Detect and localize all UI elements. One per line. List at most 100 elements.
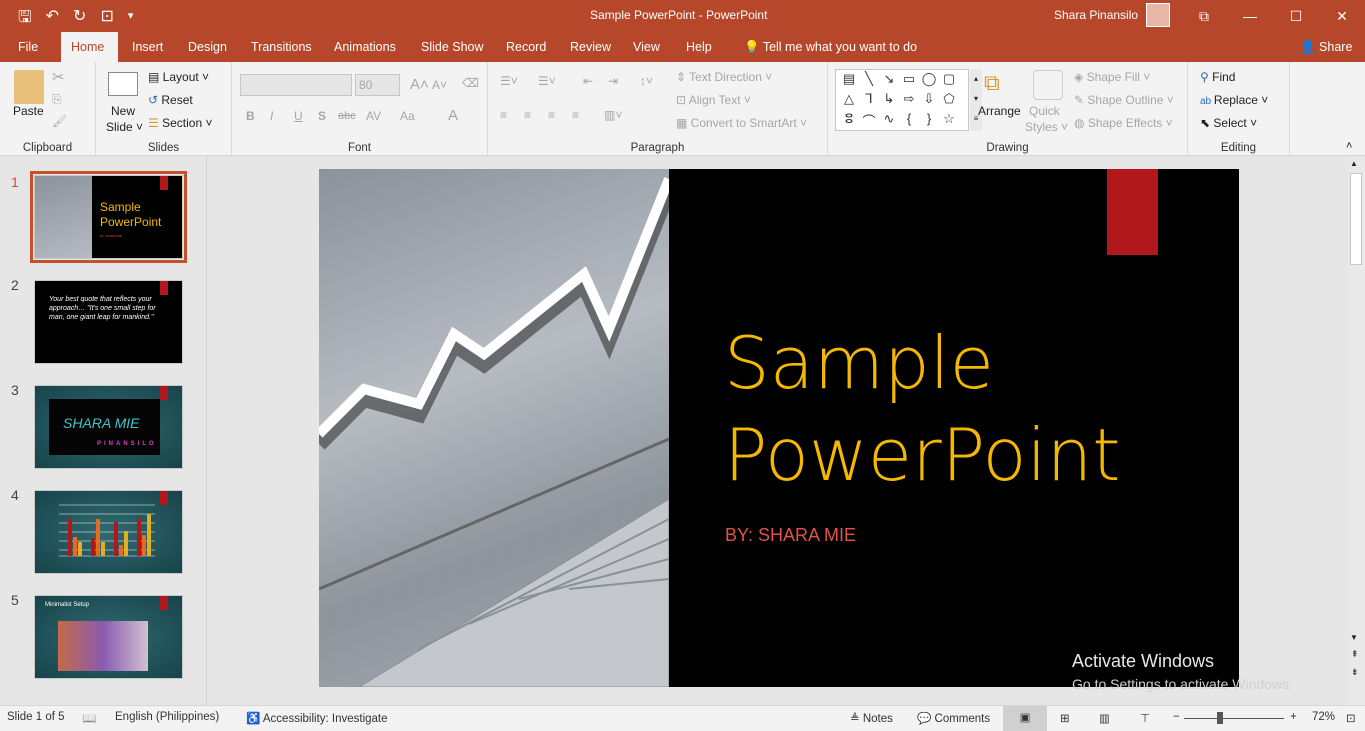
select-button[interactable]: ⬉ Select ˅: [1200, 116, 1257, 130]
tab-animations[interactable]: Animations: [324, 32, 406, 62]
collapse-ribbon-icon[interactable]: ˄: [1346, 140, 1352, 152]
line-spacing-icon[interactable]: ↕˅: [640, 74, 653, 88]
copy-icon[interactable]: ⎘: [52, 92, 62, 107]
shape-option[interactable]: ▭: [899, 71, 919, 91]
accessibility-status[interactable]: ♿ Accessibility: Investigate: [246, 711, 388, 725]
tab-file[interactable]: File: [8, 32, 48, 62]
paste-button[interactable]: Paste: [13, 104, 44, 118]
slide-title[interactable]: Sample PowerPoint: [724, 317, 1120, 501]
slide-thumbnail-2[interactable]: Your best quote that reflects your appro…: [34, 280, 183, 364]
shape-option[interactable]: ☆: [939, 111, 959, 131]
close-button[interactable]: ✕: [1319, 0, 1365, 32]
scroll-up-icon[interactable]: ▲: [1350, 159, 1358, 168]
align-right-icon[interactable]: ≡: [548, 108, 555, 122]
justify-icon[interactable]: ≡: [572, 108, 579, 122]
tab-insert[interactable]: Insert: [122, 32, 173, 62]
tab-review[interactable]: Review: [560, 32, 621, 62]
font-size-field[interactable]: 80: [355, 74, 400, 96]
tab-design[interactable]: Design: [178, 32, 237, 62]
zoom-level[interactable]: 72%: [1312, 711, 1335, 723]
text-direction-button[interactable]: ⇕ Text Direction ˅: [676, 70, 772, 84]
scroll-thumb[interactable]: [1350, 173, 1362, 265]
fit-to-window-icon[interactable]: ⊡: [1346, 711, 1356, 725]
current-slide[interactable]: Sample PowerPoint BY: SHARA MIE: [319, 169, 1239, 687]
zoom-in-icon[interactable]: +: [1290, 711, 1297, 723]
clear-formatting-icon[interactable]: ⌫: [462, 76, 479, 90]
slide-thumbnail-pane[interactable]: 1 Sample PowerPoint BY: SHARA MIE 2 Your…: [0, 157, 207, 705]
zoom-slider[interactable]: [1184, 718, 1284, 719]
font-name-field[interactable]: [240, 74, 352, 96]
cut-icon[interactable]: ✂: [52, 68, 65, 86]
shape-option[interactable]: ╲: [859, 71, 879, 91]
character-spacing-button[interactable]: AV: [366, 109, 381, 123]
shape-option[interactable]: ▢: [939, 71, 959, 91]
shape-fill-button[interactable]: ◈ Shape Fill ˅: [1074, 70, 1150, 84]
save-icon[interactable]: 🖫: [18, 6, 32, 33]
minimize-button[interactable]: —: [1227, 0, 1273, 32]
tab-home[interactable]: Home: [61, 32, 118, 62]
shape-option[interactable]: ◯: [919, 71, 939, 91]
previous-slide-icon[interactable]: ⇞: [1351, 649, 1359, 660]
new-slide-icon[interactable]: [108, 72, 138, 96]
ribbon-display-button[interactable]: ⧉: [1181, 0, 1227, 32]
bold-button[interactable]: B: [246, 109, 255, 123]
slide-thumbnail-4[interactable]: [34, 490, 183, 574]
tab-record[interactable]: Record: [496, 32, 556, 62]
align-center-icon[interactable]: ≡: [524, 108, 531, 122]
format-painter-icon[interactable]: 🖌: [52, 114, 67, 128]
new-slide-button[interactable]: New: [111, 104, 135, 118]
tab-transitions[interactable]: Transitions: [241, 32, 322, 62]
shape-option[interactable]: ⇨: [899, 91, 919, 111]
customize-qat-icon[interactable]: ▾: [128, 9, 134, 33]
new-slide-dropdown[interactable]: Slide ˅: [106, 120, 143, 134]
increase-indent-icon[interactable]: ⇥: [608, 74, 618, 88]
shape-effects-button[interactable]: ◍ Shape Effects ˅: [1074, 116, 1173, 130]
grow-font-button[interactable]: A˄: [410, 76, 429, 93]
arrange-button[interactable]: Arrange: [978, 104, 1021, 118]
arrange-icon[interactable]: ⧉: [984, 70, 1000, 96]
slide-thumbnail-3[interactable]: SHARA MIE PINANSILO: [34, 385, 183, 469]
layout-button[interactable]: ▤ Layout ˅: [148, 70, 209, 84]
columns-icon[interactable]: ▥˅: [604, 108, 622, 122]
tab-help[interactable]: Help: [676, 32, 722, 62]
reset-button[interactable]: ↺ Reset: [148, 93, 193, 107]
paste-icon[interactable]: [14, 70, 44, 104]
convert-smartart-button[interactable]: ▦ Convert to SmartArt ˅: [676, 116, 807, 130]
slide-thumbnail-5[interactable]: Minimalist Setup: [34, 595, 183, 679]
shape-option[interactable]: △: [839, 91, 859, 111]
underline-button[interactable]: U: [294, 109, 303, 123]
find-button[interactable]: ⚲ Find: [1200, 70, 1235, 84]
quick-styles-icon[interactable]: [1033, 70, 1063, 100]
slide-sorter-icon[interactable]: ⊞: [1060, 711, 1070, 725]
tab-view[interactable]: View: [623, 32, 670, 62]
align-left-icon[interactable]: ≡: [500, 108, 507, 122]
shadow-button[interactable]: S: [318, 109, 326, 123]
next-slide-icon[interactable]: ⇟: [1351, 667, 1359, 678]
shape-option[interactable]: ∿: [879, 111, 899, 131]
language-status[interactable]: English (Philippines): [115, 711, 219, 723]
quick-styles-button[interactable]: Quick: [1029, 104, 1060, 118]
font-color-button[interactable]: A: [448, 107, 458, 124]
shape-option[interactable]: ⬠: [939, 91, 959, 111]
tell-me-search[interactable]: 💡 Tell me what you want to do: [734, 32, 927, 62]
shape-option[interactable]: ⵓ: [839, 111, 859, 131]
shape-option[interactable]: ↳: [879, 91, 899, 111]
maximize-button[interactable]: ☐: [1273, 0, 1319, 32]
user-name[interactable]: Shara Pinansilo: [1054, 8, 1138, 22]
slide-subtitle[interactable]: BY: SHARA MIE: [725, 525, 856, 546]
numbering-icon[interactable]: ☰˅: [538, 74, 556, 88]
share-button[interactable]: 👤 Share: [1290, 32, 1362, 62]
spelling-icon[interactable]: 📖: [82, 711, 96, 725]
shape-option[interactable]: ▤: [839, 71, 859, 91]
present-icon[interactable]: ⊡: [100, 6, 113, 33]
shape-outline-button[interactable]: ✎ Shape Outline ˅: [1074, 93, 1174, 107]
decrease-indent-icon[interactable]: ⇤: [583, 74, 593, 88]
undo-icon[interactable]: ↶: [46, 6, 59, 33]
shape-option[interactable]: ⌒: [859, 111, 879, 131]
normal-view-button[interactable]: ▣: [1003, 706, 1047, 731]
zoom-out-icon[interactable]: −: [1173, 711, 1180, 723]
comments-button[interactable]: 💬 Comments: [917, 711, 990, 725]
italic-button[interactable]: I: [270, 109, 273, 123]
zoom-slider-thumb[interactable]: [1217, 712, 1223, 724]
replace-button[interactable]: ab Replace ˅: [1200, 93, 1268, 107]
